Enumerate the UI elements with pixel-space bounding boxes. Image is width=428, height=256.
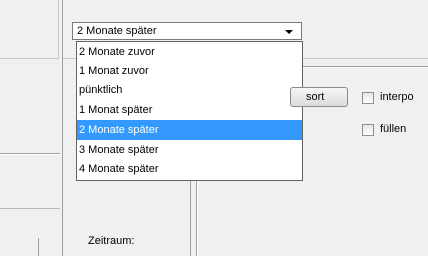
- period-label: Zeitraum:: [88, 235, 135, 247]
- left-top-box: [0, 0, 59, 59]
- offset-dropdown-list[interactable]: 2 Monate zuvor 1 Monat zuvor pünktlich 1…: [76, 41, 303, 181]
- dropdown-option[interactable]: 3 Monate später: [77, 140, 302, 160]
- interpolate-label: interpo: [380, 91, 414, 103]
- combobox-value: 2 Monate später: [77, 25, 157, 37]
- dropdown-option[interactable]: 1 Monat später: [77, 100, 302, 120]
- chevron-down-icon[interactable]: [285, 30, 293, 34]
- dropdown-option-selected[interactable]: 2 Monate später: [77, 120, 302, 140]
- dropdown-option[interactable]: 1 Monat zuvor: [77, 61, 302, 81]
- interpolate-checkbox[interactable]: [362, 92, 374, 104]
- fill-checkbox[interactable]: [362, 124, 374, 136]
- fill-label: füllen: [380, 123, 407, 135]
- sort-button[interactable]: sort: [290, 87, 348, 107]
- left-vertical-line: [38, 238, 39, 256]
- left-divider-highlight: [0, 154, 60, 155]
- dropdown-option[interactable]: 2 Monate zuvor: [77, 42, 302, 62]
- dropdown-option[interactable]: pünktlich: [77, 80, 302, 100]
- offset-combobox[interactable]: 2 Monate später: [72, 22, 302, 40]
- dropdown-option[interactable]: 4 Monate später: [77, 159, 302, 179]
- left-divider-lower: [0, 208, 60, 209]
